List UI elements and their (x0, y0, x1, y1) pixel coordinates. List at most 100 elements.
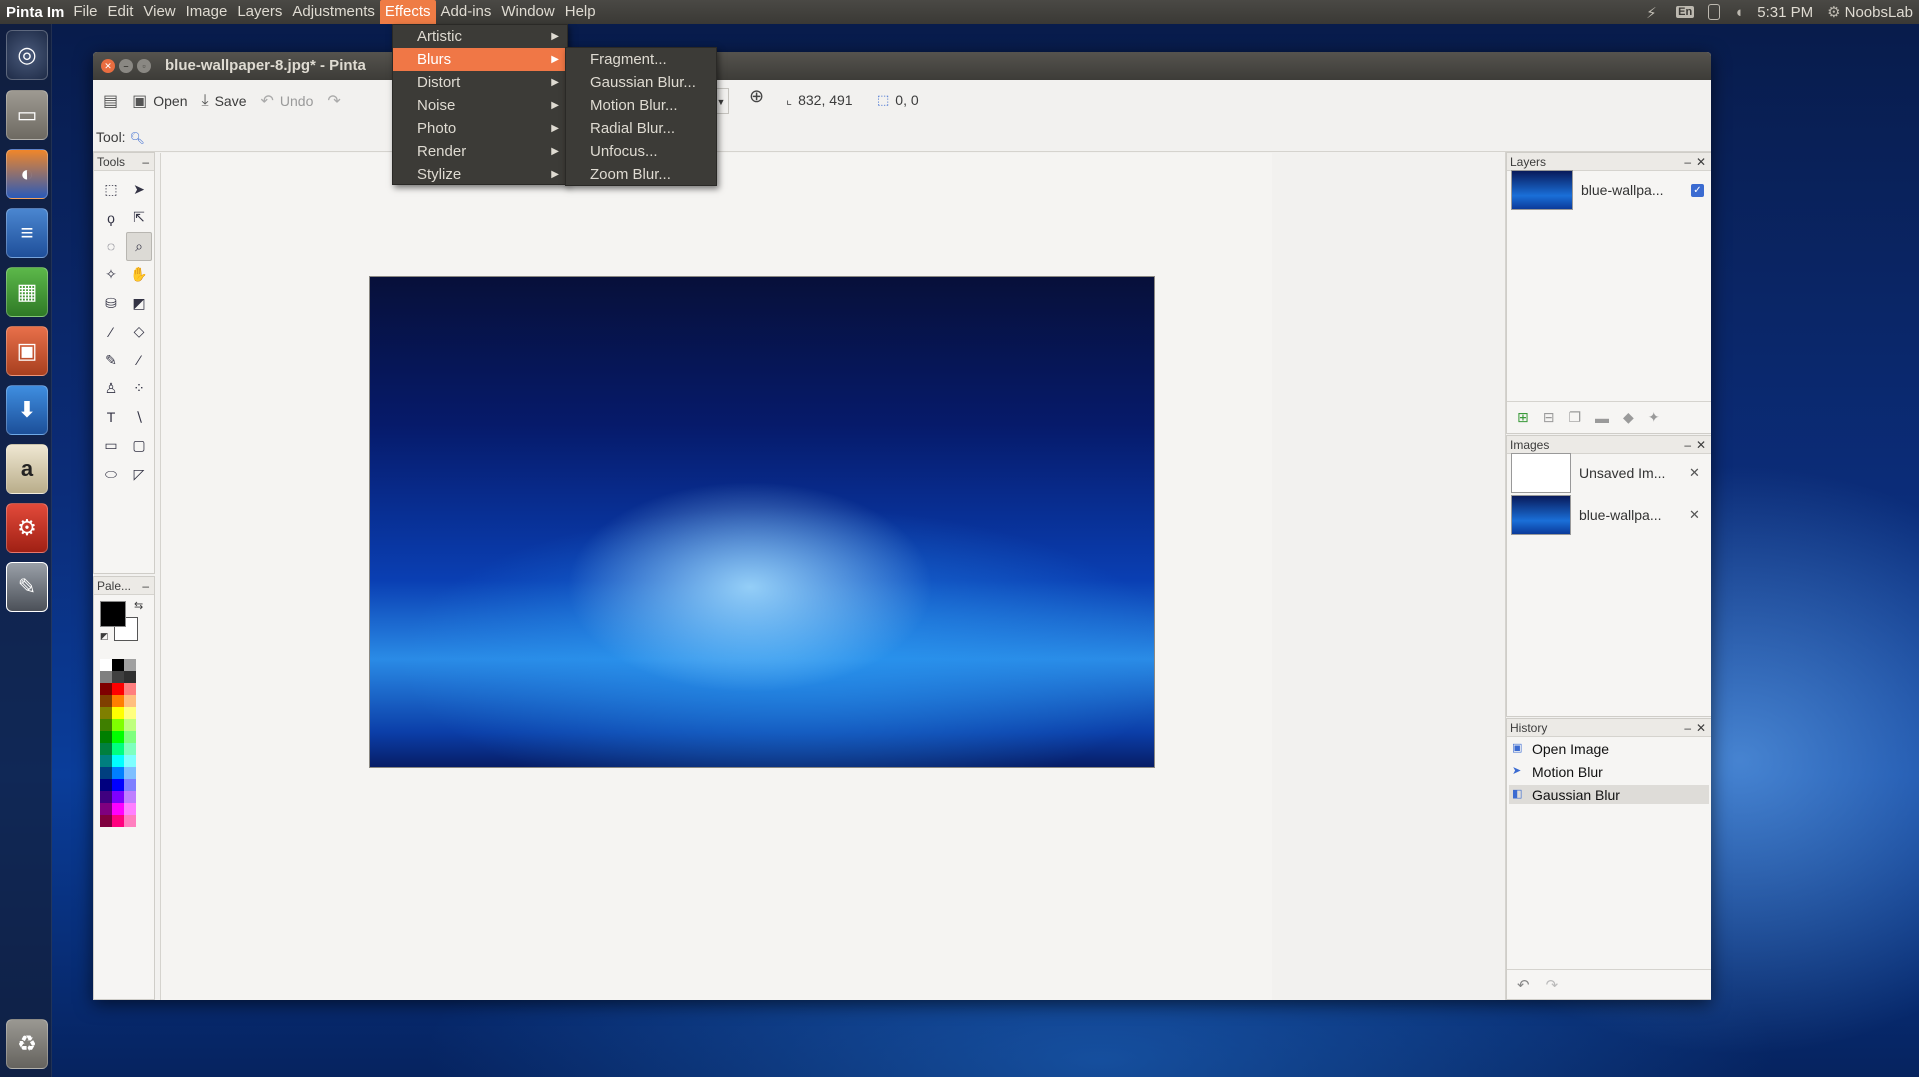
menu-item-unfocus[interactable]: Unfocus... (566, 140, 716, 163)
line-curve-icon[interactable]: ∖ (126, 403, 152, 432)
recolor-icon[interactable]: ⁘ (126, 375, 152, 404)
paintbrush-icon[interactable]: ⁄ (98, 318, 124, 347)
minimize-icon[interactable]: – (1684, 719, 1691, 737)
dash-icon[interactable]: ◎ (6, 30, 48, 80)
menu-item-gaussian-blur[interactable]: Gaussian Blur... (566, 71, 716, 94)
writer-icon[interactable]: ≡ (6, 208, 48, 258)
gradient-icon[interactable]: ◩ (126, 289, 152, 318)
user-menu[interactable]: ⚙ NoobsLab (1827, 3, 1913, 22)
swatch[interactable] (124, 791, 136, 803)
battery-icon[interactable] (1708, 4, 1721, 20)
menu-item-fragment[interactable]: Fragment... (566, 48, 716, 71)
menu-window[interactable]: Window (496, 0, 559, 24)
swatch[interactable] (124, 719, 136, 731)
swatch[interactable] (124, 803, 136, 815)
palette-panel-minimize[interactable]: – (142, 577, 149, 595)
eraser-icon[interactable]: ◇ (126, 318, 152, 347)
menu-help[interactable]: Help (560, 0, 601, 24)
pencil-icon[interactable]: ✎ (98, 346, 124, 375)
swatch[interactable] (124, 743, 136, 755)
swatch[interactable] (112, 659, 124, 671)
swatch[interactable] (124, 731, 136, 743)
swatch[interactable] (124, 755, 136, 767)
swatch[interactable] (112, 803, 124, 815)
reset-colors-icon[interactable]: ◩ (100, 631, 109, 642)
merge-layer-icon[interactable]: ▬ (1595, 410, 1609, 426)
pinta-icon[interactable]: ✎ (6, 562, 48, 612)
menu-edit[interactable]: Edit (103, 0, 139, 24)
paint-bucket-icon[interactable]: ⛁ (98, 289, 124, 318)
minimize-icon[interactable]: – (119, 59, 133, 73)
swatch[interactable] (124, 815, 136, 827)
rectangle-icon[interactable]: ▭ (98, 432, 124, 461)
pan-icon[interactable]: ✋ (126, 261, 152, 290)
menu-item-motion-blur[interactable]: Motion Blur... (566, 94, 716, 117)
undo-button[interactable]: ↶ Undo (254, 85, 321, 117)
swatch[interactable] (100, 731, 112, 743)
move-selected-icon[interactable]: ➤ (126, 175, 152, 204)
swatch[interactable] (100, 683, 112, 695)
redo-button[interactable]: ↷ (320, 85, 347, 117)
freeform-shape-icon[interactable]: ◸ (126, 460, 152, 489)
minimize-icon[interactable]: – (1684, 436, 1691, 454)
layer-properties-icon[interactable]: ✦ (1648, 409, 1660, 426)
swatch[interactable] (124, 695, 136, 707)
tools-panel-minimize[interactable]: – (142, 153, 149, 171)
move-layer-up-icon[interactable]: ◆ (1623, 409, 1634, 426)
close-icon[interactable]: ✕ (1696, 719, 1706, 737)
swatch[interactable] (112, 683, 124, 695)
swatch[interactable] (124, 659, 136, 671)
swatch[interactable] (124, 779, 136, 791)
swatch[interactable] (124, 767, 136, 779)
ellipse-icon[interactable]: ⬭ (98, 460, 124, 489)
menu-layers[interactable]: Layers (232, 0, 287, 24)
close-icon[interactable]: ✕ (1696, 153, 1706, 171)
swatch[interactable] (100, 707, 112, 719)
menu-effects[interactable]: Effects (379, 0, 436, 24)
amazon-icon[interactable]: a (6, 444, 48, 494)
files-icon[interactable]: ▭ (6, 90, 48, 140)
rounded-rectangle-icon[interactable]: ▢ (126, 432, 152, 461)
menu-item-noise[interactable]: Noise ▶ (393, 94, 567, 117)
primary-color[interactable] (100, 601, 126, 627)
rectangle-select-icon[interactable]: ⬚ (98, 175, 124, 204)
menu-item-render[interactable]: Render ▶ (393, 140, 567, 163)
swatch[interactable] (112, 671, 124, 683)
swatch[interactable] (124, 707, 136, 719)
settings-icon[interactable]: ⚙ (6, 503, 48, 553)
menu-adjustments[interactable]: Adjustments (287, 0, 380, 24)
canvas-area[interactable] (160, 153, 1272, 1000)
magic-wand-icon[interactable]: ✧ (98, 261, 124, 290)
close-image-icon[interactable]: ✕ (1689, 465, 1700, 481)
ellipse-select-icon[interactable]: ◌ (98, 232, 124, 261)
image-canvas[interactable] (369, 276, 1155, 768)
add-layer-icon[interactable]: ⊞ (1517, 409, 1529, 426)
layer-row[interactable]: blue-wallpa... ✓ (1511, 170, 1709, 210)
clock[interactable]: 5:31 PM (1757, 4, 1813, 21)
maximize-icon[interactable]: ▫ (137, 59, 151, 73)
network-icon[interactable]: ⚡ (1646, 4, 1662, 22)
image-row[interactable]: Unsaved Im... ✕ (1511, 453, 1709, 493)
swatch[interactable] (100, 695, 112, 707)
volume-icon[interactable]: ◖ (1734, 4, 1743, 21)
close-icon[interactable]: ✕ (1696, 436, 1706, 454)
menu-item-zoom-blur[interactable]: Zoom Blur... (566, 163, 716, 186)
menu-add-ins[interactable]: Add-ins (436, 0, 497, 24)
layer-visible-checkbox[interactable]: ✓ (1691, 183, 1704, 197)
minimize-icon[interactable]: – (1684, 153, 1691, 171)
menu-item-artistic[interactable]: Artistic ▶ (393, 25, 567, 48)
history-undo-icon[interactable]: ↶ (1517, 976, 1530, 994)
menu-item-distort[interactable]: Distort ▶ (393, 71, 567, 94)
swatch[interactable] (112, 731, 124, 743)
history-redo-icon[interactable]: ↷ (1546, 976, 1559, 994)
swatch[interactable] (112, 695, 124, 707)
move-selection-icon[interactable]: ⇱ (126, 204, 152, 233)
swatch[interactable] (100, 659, 112, 671)
close-image-icon[interactable]: ✕ (1689, 507, 1700, 523)
swatch[interactable] (100, 815, 112, 827)
swatch[interactable] (112, 767, 124, 779)
open-button[interactable]: ▣ Open (125, 85, 194, 117)
menu-image[interactable]: Image (181, 0, 233, 24)
menu-item-radial-blur[interactable]: Radial Blur... (566, 117, 716, 140)
swatch[interactable] (100, 743, 112, 755)
